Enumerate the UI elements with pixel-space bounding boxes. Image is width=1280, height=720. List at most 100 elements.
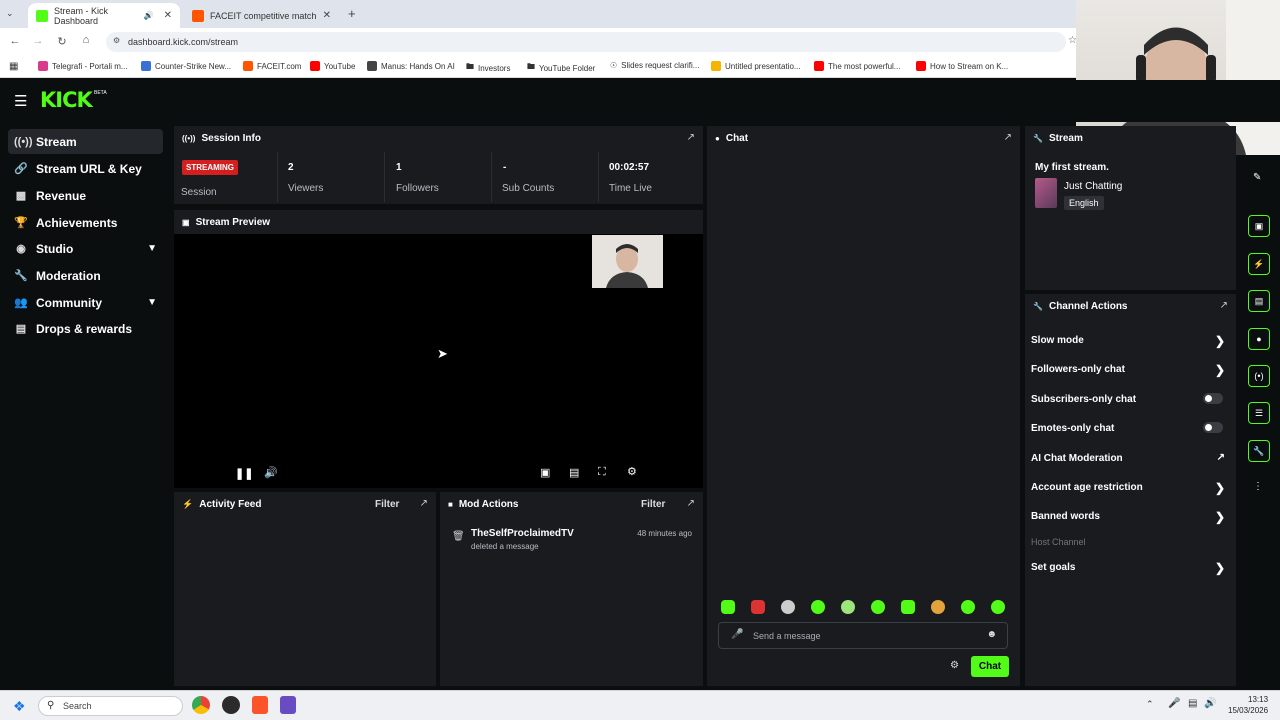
brave-icon[interactable] [252,696,268,714]
bookmark-most-powerful[interactable]: The most powerful... [814,61,900,71]
bookmark-telegrafi[interactable]: Telegrafi - Portali m... [38,61,128,71]
rail-button-broadcast[interactable]: (•) [1248,365,1270,387]
chat-settings-gear-icon[interactable]: ⚙ [950,660,959,671]
bookmark-faceit[interactable]: FACEIT.com [243,61,301,71]
rail-button-list[interactable]: ☰ [1248,402,1270,424]
bookmark-youtube-folder[interactable]: 🖿 YouTube Folder [527,61,595,75]
folder-icon: 🖿 [527,62,535,71]
volume-icon[interactable]: 🔊 [1204,698,1216,709]
chat-input[interactable]: 🎤 Send a message ☻ [718,622,1008,649]
emote-icon[interactable] [901,600,915,614]
apps-grid-icon[interactable]: ▦ [9,61,18,72]
url-bar[interactable]: ⚙ dashboard.kick.com/stream [106,32,1066,52]
action-slow-mode[interactable]: Slow mode ❯ [1031,334,1231,348]
rail-button-document[interactable]: ▤ [1248,290,1270,312]
new-tab-icon[interactable]: + [348,6,356,21]
rail-button-wrench[interactable]: 🔧 [1248,440,1270,462]
bookmark-manus[interactable]: Manus: Hands On AI [367,61,455,71]
bookmark-slides-request[interactable]: ☉ Slides request clarifi... [610,61,699,70]
sidebar-item-studio[interactable]: ◉ Studio ▼ [8,236,163,261]
picture-in-picture-icon[interactable]: ▣ [540,466,550,479]
sidebar-item-achievements[interactable]: 🏆 Achievements [8,210,163,235]
emote-icon[interactable] [841,600,855,614]
bookmark-how-to-stream[interactable]: How to Stream on K... [916,61,1008,71]
clock-time[interactable]: 13:13 [1248,695,1268,704]
sidebar-item-stream-url-key[interactable]: 🔗 Stream URL & Key [8,156,163,181]
tab-list-chevron-icon[interactable]: ⌄ [6,8,14,19]
pause-icon[interactable]: ❚❚ [235,467,253,480]
action-followers-only[interactable]: Followers-only chat ❯ [1031,363,1231,377]
popout-icon[interactable]: ↗ [1220,300,1228,311]
tab-close-icon[interactable]: ✕ [164,10,172,21]
tab-kick-dashboard[interactable]: Stream - Kick Dashboard 🔊 ✕ [28,3,180,28]
obs-icon[interactable] [222,696,240,714]
clock-date[interactable]: 15/03/2026 [1228,706,1268,715]
sidebar-item-stream[interactable]: ((•)) Stream [8,129,163,154]
site-info-icon[interactable]: ⚙ [113,36,120,45]
bookmark-investors[interactable]: 🖿 Investors [466,61,510,75]
popout-icon[interactable]: ↗ [687,498,695,509]
emoji-icon[interactable]: ☻ [986,629,997,640]
emote-icon[interactable] [721,600,735,614]
volume-icon[interactable]: 🔊 [264,466,278,479]
emote-icon[interactable] [931,600,945,614]
fullscreen-icon[interactable]: ⛶ [598,466,606,479]
rail-button-bolt[interactable]: ⚡ [1248,253,1270,275]
action-account-age[interactable]: Account age restriction ❯ [1031,481,1231,495]
emotes-only-toggle[interactable] [1203,422,1223,433]
emote-icon[interactable] [811,600,825,614]
popout-icon[interactable]: ↗ [687,132,695,143]
reload-icon[interactable]: ↻ [50,35,74,48]
action-label: Host Channel [1031,537,1086,547]
bookmark-counter-strike[interactable]: Counter-Strike New... [141,61,231,71]
sidebar-item-label: Studio [36,241,74,256]
action-label: Subscribers-only chat [1031,394,1137,405]
tab-faceit[interactable]: FACEIT competitive match - FAC ✕ [184,3,339,28]
taskbar-search[interactable]: ⚲ Search [38,696,183,716]
category-name[interactable]: Just Chatting [1064,181,1122,192]
theater-mode-icon[interactable]: ▤ [569,466,579,479]
microphone-icon[interactable]: 🎤 [731,629,743,640]
emote-icon[interactable] [751,600,765,614]
sidebar-item-drops-rewards[interactable]: ▤ Drops & rewards [8,316,163,341]
rail-button-focus[interactable]: ▣ [1248,215,1270,237]
windows-start-icon[interactable]: ❖ [13,698,26,715]
bookmark-youtube[interactable]: YouTube [310,61,355,71]
action-ai-chat-moderation[interactable]: AI Chat Moderation ↗ [1031,452,1231,464]
mod-action-user[interactable]: TheSelfProclaimedTV [471,528,574,539]
subscribers-only-toggle[interactable] [1203,393,1223,404]
emote-icon[interactable] [781,600,795,614]
chat-send-button[interactable]: Chat [971,656,1009,677]
popout-icon[interactable]: ↗ [420,498,428,509]
emote-icon[interactable] [871,600,885,614]
edit-pencil-icon[interactable]: ✎ [1253,172,1261,183]
video-player[interactable]: ➤ ❚❚ 🔊 ▣ ▤ ⛶ ⚙ [174,234,703,488]
sidebar-item-moderation[interactable]: 🔧 Moderation [8,263,163,288]
app-icon[interactable] [280,696,296,714]
popout-icon[interactable]: ↗ [1004,132,1012,143]
emote-icon[interactable] [961,600,975,614]
sidebar-item-community[interactable]: 👥 Community ▼ [8,290,163,315]
emote-icon[interactable] [991,600,1005,614]
rail-button-chat[interactable]: ● [1248,328,1270,350]
rail-more-icon[interactable]: ⋮ [1253,481,1263,492]
home-icon[interactable]: ⌂ [74,34,98,46]
tray-chevron-icon[interactable]: ⌃ [1146,699,1154,710]
back-icon[interactable]: ← [3,35,27,47]
action-banned-words[interactable]: Banned words ❯ [1031,510,1231,524]
forward-icon[interactable]: → [26,35,50,47]
settings-gear-icon[interactable]: ⚙ [627,465,637,478]
chrome-icon[interactable] [192,696,210,714]
chevron-down-icon[interactable]: ▼ [147,243,157,254]
bookmark-untitled-presentation[interactable]: Untitled presentatio... [711,61,801,71]
action-set-goals[interactable]: Set goals ❯ [1031,561,1231,575]
chevron-down-icon[interactable]: ▼ [147,297,157,308]
sidebar-item-revenue[interactable]: ▩ Revenue [8,183,163,208]
filter-button[interactable]: Filter [375,499,399,510]
menu-hamburger-icon[interactable]: ☰ [14,92,27,110]
microphone-icon[interactable]: 🎤 [1168,698,1180,709]
kick-logo[interactable]: KICK [40,88,93,112]
network-icon[interactable]: ▤ [1188,698,1197,709]
tab-close-icon[interactable]: ✕ [323,10,331,21]
filter-button[interactable]: Filter [641,499,665,510]
